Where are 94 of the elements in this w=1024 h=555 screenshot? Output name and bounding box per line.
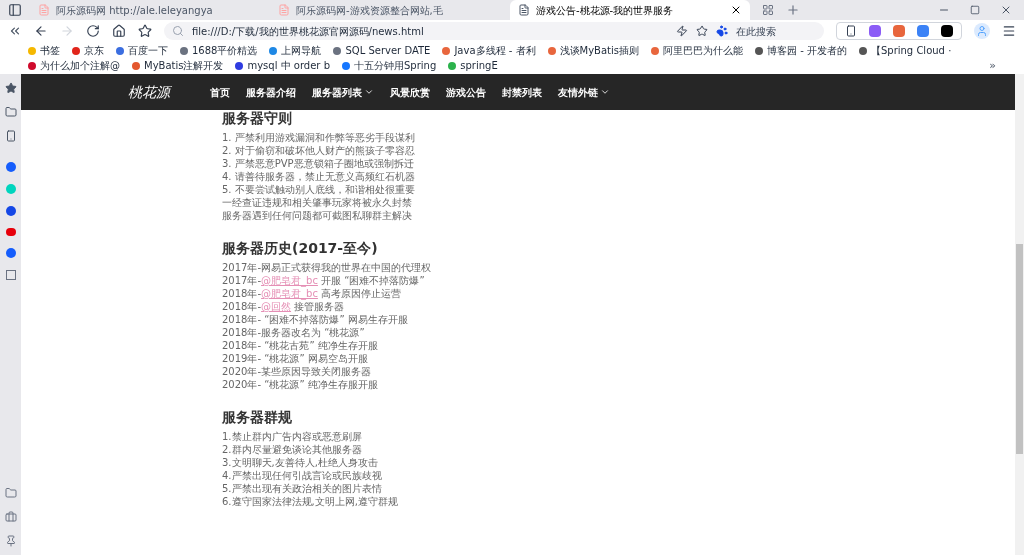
- folder-icon[interactable]: [4, 487, 17, 499]
- reload-icon[interactable]: [86, 24, 100, 38]
- app-icon[interactable]: [5, 248, 16, 258]
- nav-link[interactable]: 首页: [210, 84, 230, 100]
- star-icon[interactable]: [138, 24, 152, 38]
- search-icon: [172, 25, 184, 37]
- list-line: 4.严禁出现任何引战言论或民族歧视: [222, 469, 383, 482]
- close-icon[interactable]: [730, 4, 742, 16]
- maximize-icon[interactable]: [970, 5, 980, 15]
- bookmark[interactable]: 【Spring Cloud ·: [858, 44, 952, 57]
- list-line: 3. 严禁恶意PVP恶意锁箱子圈地或强制拆迁: [222, 157, 415, 170]
- bookmark[interactable]: mysql 中 order b: [235, 59, 330, 72]
- section-heading: 服务器守则: [222, 110, 293, 127]
- bookmark[interactable]: 博客园 - 开发者的: [754, 44, 847, 57]
- paw-icon[interactable]: [716, 25, 728, 37]
- list-line: 4. 请善待服务器，禁止无意义高频红石机器: [222, 170, 416, 183]
- list-line: 服务器遇到任何问题都可截图私聊群主解决: [222, 209, 413, 222]
- list-line: 2020年-某些原因导致关闭服务器: [222, 365, 373, 378]
- scrollbar[interactable]: [1015, 74, 1024, 555]
- bookmark[interactable]: 阿里巴巴为什么能: [650, 44, 743, 57]
- list-line: 5. 不要尝试触动别人底线，和谐相处很重要: [222, 183, 416, 196]
- profile-icon[interactable]: [974, 23, 990, 39]
- more-bookmarks[interactable]: »: [989, 59, 996, 72]
- section-heading: 服务器历史(2017-至今): [222, 240, 379, 257]
- bookmark[interactable]: SQL Server DATE: [333, 44, 431, 57]
- nav-link[interactable]: 游戏公告: [446, 84, 486, 100]
- bookmark[interactable]: 浅谈MyBatis插则: [547, 44, 639, 57]
- list-line: 2018年- “桃花古苑” 纯净生存开服: [222, 339, 379, 352]
- app-icon[interactable]: [5, 228, 16, 236]
- bookmark[interactable]: 百度一下: [116, 44, 168, 57]
- list-line: 2020年- “桃花源” 纯净生存服开服: [222, 378, 379, 391]
- list-line: 2.群内尽量避免谈论其他服务器: [222, 443, 363, 456]
- tab-grid-icon[interactable]: [762, 4, 774, 16]
- bookmark[interactable]: 上网导航: [269, 44, 322, 57]
- address-bar[interactable]: file:///D:/下载/我的世界桃花源官网源码/news.html 在此搜索: [164, 22, 824, 40]
- browser-tab[interactable]: 游戏公告-桃花源-我的世界服务: [510, 0, 750, 20]
- star-icon[interactable]: [696, 25, 708, 37]
- site-logo[interactable]: 桃花源: [128, 81, 170, 103]
- tab-title: 阿乐源码网 http://ale.leleyangya: [56, 3, 214, 18]
- app-icon[interactable]: [5, 206, 16, 216]
- section-heading: 服务器群规: [222, 409, 293, 426]
- collapse-icon[interactable]: [8, 24, 22, 38]
- star-icon[interactable]: [4, 82, 17, 94]
- page-icon: [518, 4, 530, 16]
- list-line: 2018年- “困难不掉落防爆” 网易生存开服: [222, 313, 409, 326]
- pin-icon[interactable]: [4, 535, 17, 547]
- bookmark[interactable]: 为什么加个注解@: [28, 59, 120, 72]
- nav-link[interactable]: 服务器列表: [312, 84, 374, 100]
- list-line: 2018年-@回然 接管服务器: [222, 300, 346, 313]
- app-icon[interactable]: [5, 270, 16, 280]
- nav-link[interactable]: 友情外链: [558, 84, 610, 100]
- page-icon: [38, 4, 50, 16]
- list-line: 一经查证违规和相关肇事玩家将被永久封禁: [222, 196, 413, 209]
- list-line: 2018年-服务器改名为 “桃花源”: [222, 326, 366, 339]
- bookmark[interactable]: 京东: [72, 44, 104, 57]
- bookmark[interactable]: 十五分钟用Spring: [342, 59, 437, 72]
- bookmark[interactable]: springE: [448, 59, 498, 72]
- list-line: 1. 严禁利用游戏漏洞和作弊等恶劣手段谋利: [222, 131, 416, 144]
- search-engine-field[interactable]: 在此搜索: [736, 23, 816, 39]
- list-line: 2017年-@肥皂君_bc 开服 “困难不掉落防爆”: [222, 274, 426, 287]
- list-line: 5.严禁出现有关政治相关的图片表情: [222, 482, 383, 495]
- extension-icon[interactable]: [941, 25, 953, 37]
- close-icon[interactable]: [1000, 4, 1012, 16]
- list-line: 6.遵守国家法律法规,文明上网,遵守群规: [222, 495, 399, 508]
- toolbox-icon[interactable]: [4, 511, 17, 523]
- browser-tab[interactable]: 阿乐源码网 http://ale.leleyangya: [30, 0, 270, 20]
- list-line: 2019年- “桃花源” 网易空岛开服: [222, 352, 369, 365]
- caret-icon: [600, 87, 610, 97]
- bookmark[interactable]: 书签: [28, 44, 60, 57]
- list-line: 3.文明聊天,友善待人,杜绝人身攻击: [222, 456, 379, 469]
- list-line: 2017年-网易正式获得我的世界在中国的代理权: [222, 261, 433, 274]
- phone-icon[interactable]: [845, 25, 857, 37]
- nav-link[interactable]: 服务器介绍: [246, 84, 296, 100]
- list-line: 2018年-@肥皂君_bc 高考原因停止运营: [222, 287, 403, 300]
- bookmark[interactable]: 1688平价精选: [180, 44, 258, 57]
- browser-tab[interactable]: 阿乐源码网-游戏资源整合网站,毛: [270, 0, 510, 20]
- lightning-icon[interactable]: [676, 25, 688, 37]
- list-line: 2. 对于偷窃和破坏他人财产的熊孩子零容忍: [222, 144, 416, 157]
- page-icon: [278, 4, 290, 16]
- app-icon[interactable]: [5, 162, 16, 172]
- menu-icon[interactable]: [1002, 24, 1016, 38]
- back-icon[interactable]: [34, 24, 48, 38]
- home-icon[interactable]: [112, 24, 126, 38]
- bookmark[interactable]: MyBatis注解开发: [132, 59, 224, 72]
- nav-link[interactable]: 封禁列表: [502, 84, 542, 100]
- bookmark[interactable]: Java多线程 - 者利: [442, 44, 536, 57]
- nav-link[interactable]: 风景欣赏: [390, 84, 430, 100]
- list-line: 1.禁止群内广告内容或恶意刷屏: [222, 430, 363, 443]
- phone-icon[interactable]: [4, 130, 17, 142]
- tab-title: 阿乐源码网-游戏资源整合网站,毛: [296, 3, 444, 18]
- sidebar-icon[interactable]: [8, 3, 22, 17]
- tab-title: 游戏公告-桃花源-我的世界服务: [536, 3, 675, 18]
- caret-icon: [364, 87, 374, 97]
- folder-icon[interactable]: [4, 106, 17, 118]
